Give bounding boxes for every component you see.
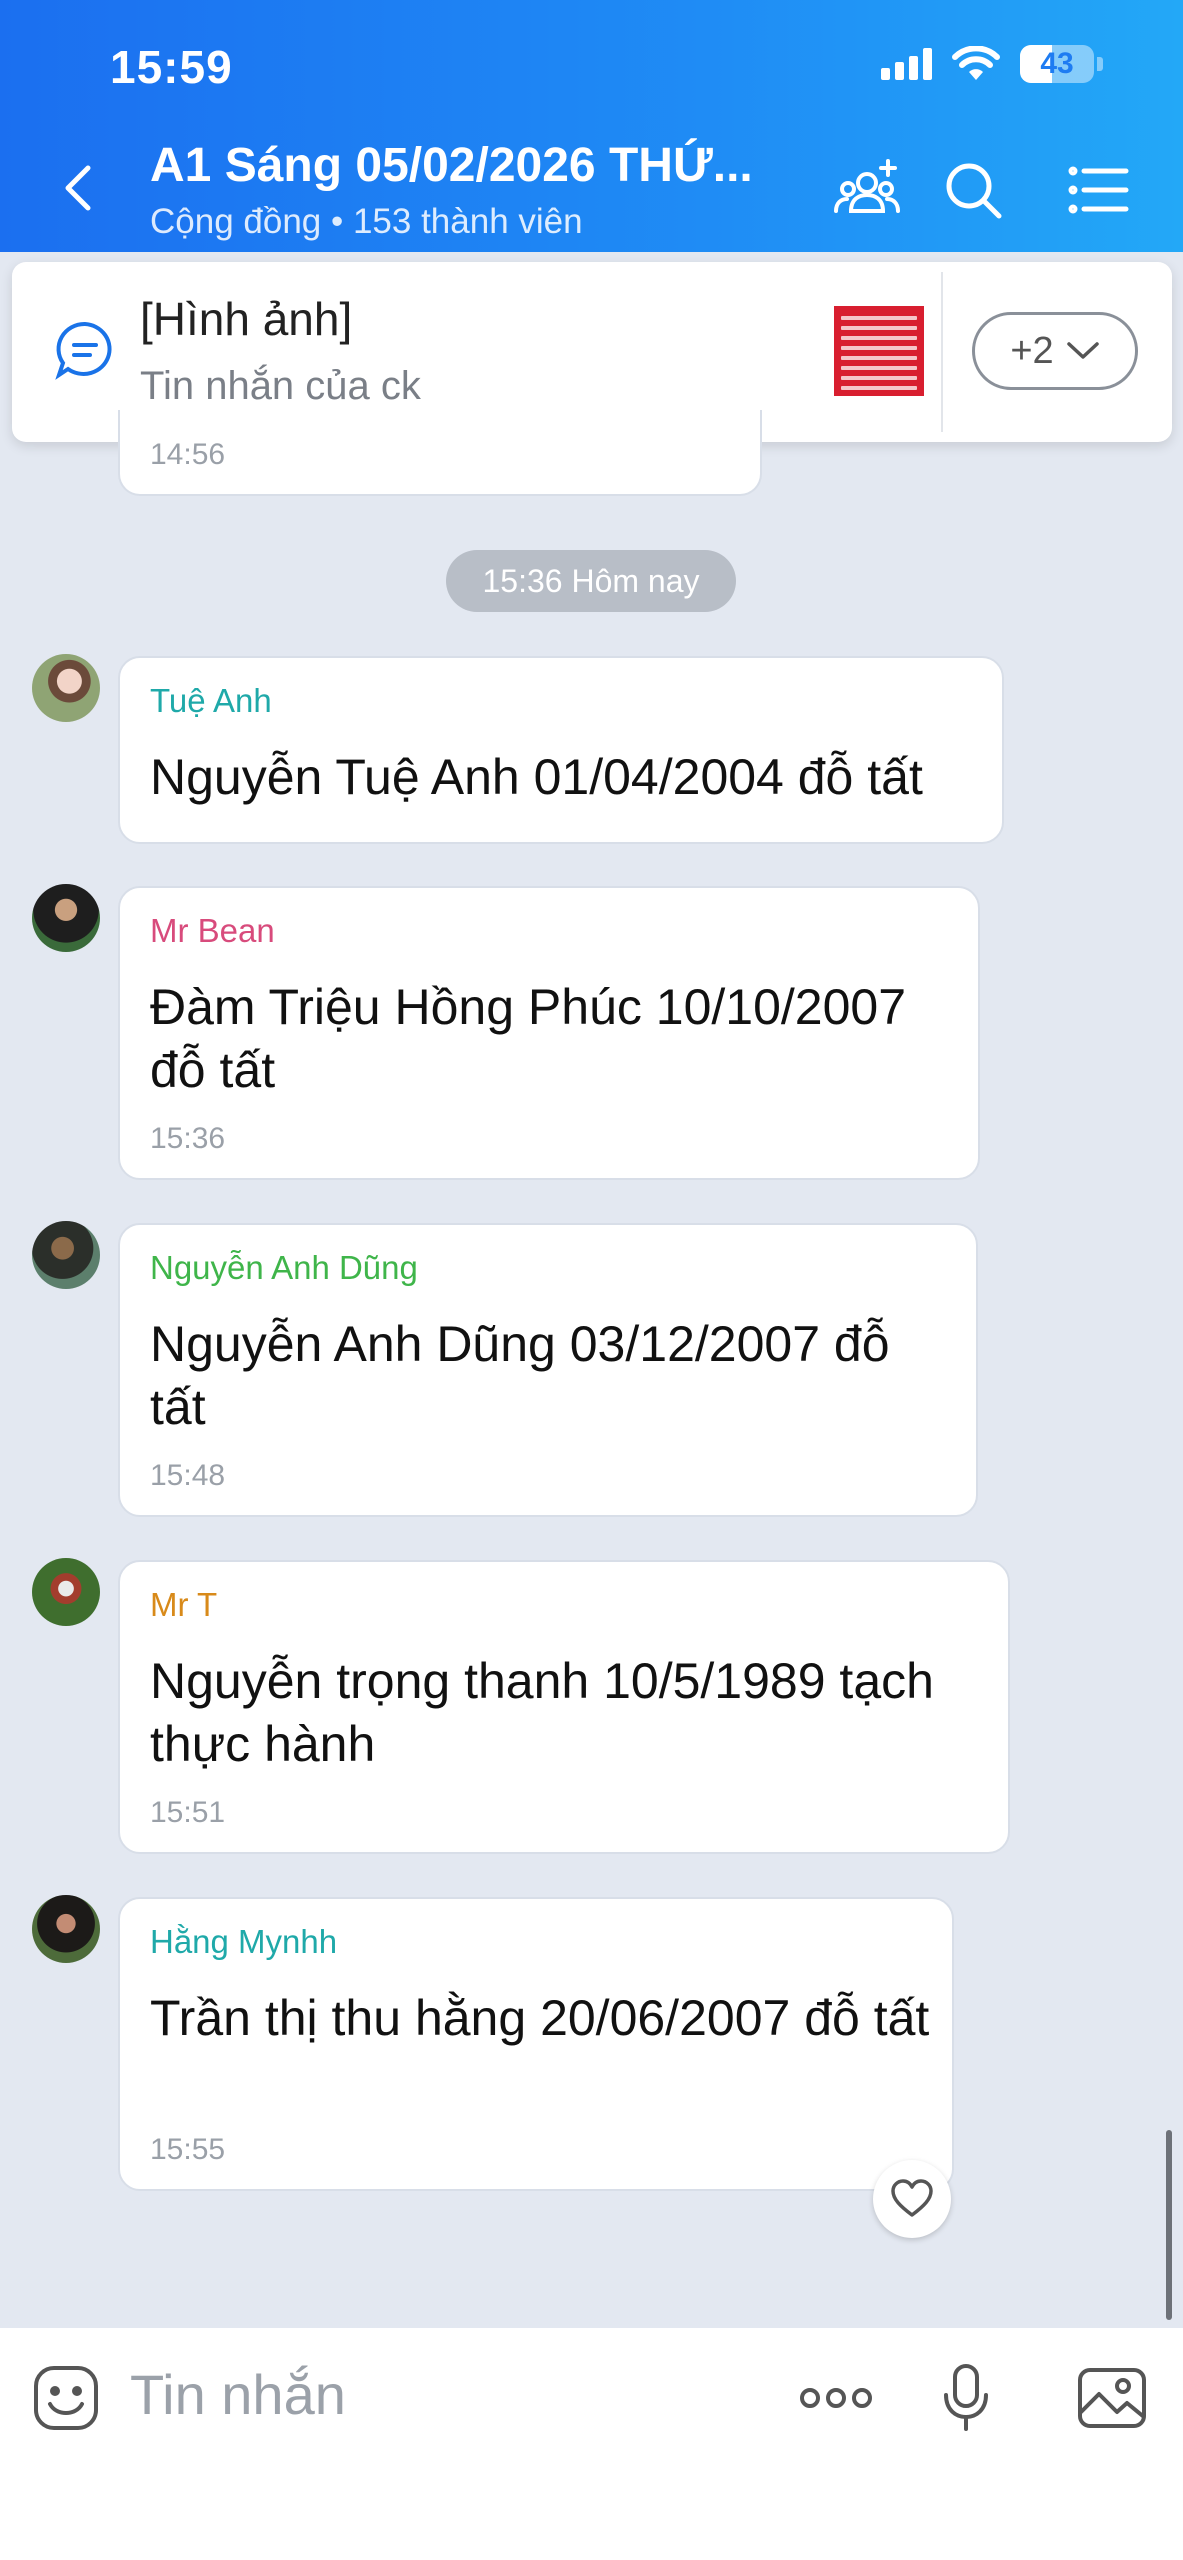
avatar[interactable] bbox=[32, 654, 100, 722]
cellular-signal-icon bbox=[881, 48, 932, 80]
message-text: Nguyễn trọng thanh 10/5/1989 tạch thực h… bbox=[150, 1653, 934, 1772]
pinned-subtitle: Tin nhắn của ck bbox=[140, 364, 421, 408]
message-time: 15:55 bbox=[150, 2133, 226, 2166]
message-bubble[interactable]: Tuệ Anh Nguyễn Tuệ Anh 01/04/2004 đỗ tất bbox=[118, 656, 1004, 844]
pinned-more-button[interactable]: +2 bbox=[972, 312, 1138, 390]
date-separator: 15:36 Hôm nay bbox=[446, 550, 736, 612]
avatar[interactable] bbox=[32, 1558, 100, 1626]
chevron-down-icon bbox=[1066, 342, 1099, 359]
search-icon[interactable] bbox=[938, 155, 1008, 225]
microphone-icon[interactable] bbox=[930, 2362, 1002, 2434]
list-menu-icon[interactable] bbox=[1064, 155, 1134, 225]
pinned-more-label: +2 bbox=[1010, 329, 1054, 372]
avatar[interactable] bbox=[32, 1895, 100, 1963]
group-add-icon[interactable] bbox=[832, 155, 902, 225]
image-icon[interactable] bbox=[1076, 2362, 1148, 2434]
message-time: 15:51 bbox=[150, 1796, 226, 1829]
message-time: 15:48 bbox=[150, 1459, 226, 1492]
sender-name[interactable]: Hằng Mynhh bbox=[150, 1923, 337, 1961]
more-dots-icon[interactable] bbox=[796, 2362, 876, 2434]
previous-message-bubble[interactable]: 14:56 bbox=[118, 410, 762, 496]
battery-icon: 43 bbox=[1020, 45, 1103, 83]
chat-title[interactable]: A1 Sáng 05/02/2026 THỨ... bbox=[150, 138, 780, 193]
message-time: 14:56 bbox=[150, 438, 226, 471]
message-input-bar: Tin nhắn bbox=[0, 2328, 1183, 2560]
sender-name[interactable]: Tuệ Anh bbox=[150, 682, 272, 720]
wifi-icon bbox=[952, 46, 1000, 80]
avatar[interactable] bbox=[32, 1221, 100, 1289]
scrollbar[interactable] bbox=[1166, 2130, 1172, 2320]
chevron-left-icon[interactable] bbox=[52, 160, 108, 216]
chat-bubble-icon bbox=[55, 321, 112, 380]
sender-name[interactable]: Mr Bean bbox=[150, 912, 275, 950]
chat-header: 15:59 43 A1 Sáng 05/02/2026 THỨ... Cộng … bbox=[0, 0, 1183, 252]
pinned-title: [Hình ảnh] bbox=[140, 293, 353, 345]
emoji-icon[interactable] bbox=[30, 2362, 102, 2434]
divider bbox=[941, 272, 943, 432]
message-bubble[interactable]: Hằng Mynhh Trần thị thu hằng 20/06/2007 … bbox=[118, 1897, 954, 2191]
message-text: Nguyễn Anh Dũng 03/12/2007 đỗ tất bbox=[150, 1316, 890, 1435]
message-text: Nguyễn Tuệ Anh 01/04/2004 đỗ tất bbox=[150, 749, 923, 805]
status-time: 15:59 bbox=[110, 41, 233, 93]
message-input[interactable]: Tin nhắn bbox=[130, 2362, 346, 2427]
message-text: Trần thị thu hằng 20/06/2007 đỗ tất bbox=[150, 1990, 930, 2046]
sender-name[interactable]: Mr T bbox=[150, 1586, 217, 1624]
heart-icon[interactable] bbox=[873, 2160, 951, 2238]
status-icons: 43 bbox=[881, 45, 1103, 83]
battery-level: 43 bbox=[1040, 47, 1074, 80]
pinned-image-thumbnail[interactable] bbox=[834, 306, 924, 396]
message-bubble[interactable]: Mr Bean Đàm Triệu Hồng Phúc 10/10/2007 đ… bbox=[118, 886, 980, 1180]
message-bubble[interactable]: Nguyễn Anh Dũng Nguyễn Anh Dũng 03/12/20… bbox=[118, 1223, 978, 1517]
message-text: Đàm Triệu Hồng Phúc 10/10/2007 đỗ tất bbox=[150, 979, 907, 1098]
chat-subtitle: Cộng đồng • 153 thành viên bbox=[150, 202, 583, 241]
sender-name[interactable]: Nguyễn Anh Dũng bbox=[150, 1249, 418, 1287]
avatar[interactable] bbox=[32, 884, 100, 952]
message-bubble[interactable]: Mr T Nguyễn trọng thanh 10/5/1989 tạch t… bbox=[118, 1560, 1010, 1854]
message-time: 15:36 bbox=[150, 1122, 226, 1155]
